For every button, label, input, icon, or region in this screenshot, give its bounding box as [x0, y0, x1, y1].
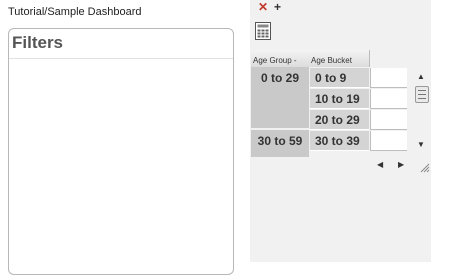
row-bucket-10-to-19[interactable]: 10 to 19 [310, 89, 369, 109]
column-header-age-bucket[interactable]: Age Bucket [309, 50, 370, 67]
filters-divider [9, 58, 233, 59]
scroll-down-icon[interactable]: ▼ [417, 140, 425, 149]
filters-title: Filters [12, 33, 64, 52]
scroll-right-icon[interactable]: ▶ [398, 160, 404, 169]
add-icon[interactable]: + [274, 1, 281, 13]
vertical-scroll-thumb[interactable] [415, 86, 429, 103]
row-bucket-30-to-39[interactable]: 30 to 39 [310, 131, 369, 151]
value-cell[interactable] [370, 110, 407, 130]
pivot-table: Age Group - Age Bucket 0 to 29 30 to 59 … [251, 50, 407, 157]
resize-grip-icon[interactable] [420, 163, 430, 173]
breadcrumb: Tutorial/Sample Dashboard [8, 6, 142, 18]
header-divider [369, 50, 370, 67]
value-cell[interactable] [370, 89, 407, 109]
row-bucket-0-to-9[interactable]: 0 to 9 [310, 68, 369, 88]
scroll-up-icon[interactable]: ▲ [417, 72, 425, 81]
row-group-0-to-29[interactable]: 0 to 29 [251, 67, 309, 128]
row-bucket-20-to-29[interactable]: 20 to 29 [310, 110, 369, 130]
row-group-30-to-59[interactable]: 30 to 59 [251, 130, 309, 157]
column-header-age-group[interactable]: Age Group - [251, 50, 311, 67]
calculator-icon[interactable] [255, 22, 271, 40]
value-cell[interactable] [370, 131, 407, 151]
scroll-left-icon[interactable]: ◀ [377, 160, 383, 169]
value-cell[interactable] [370, 68, 407, 88]
header-label: Age Group [253, 56, 292, 65]
filters-panel: Filters [8, 28, 234, 275]
close-icon[interactable]: ✕ [258, 1, 268, 13]
